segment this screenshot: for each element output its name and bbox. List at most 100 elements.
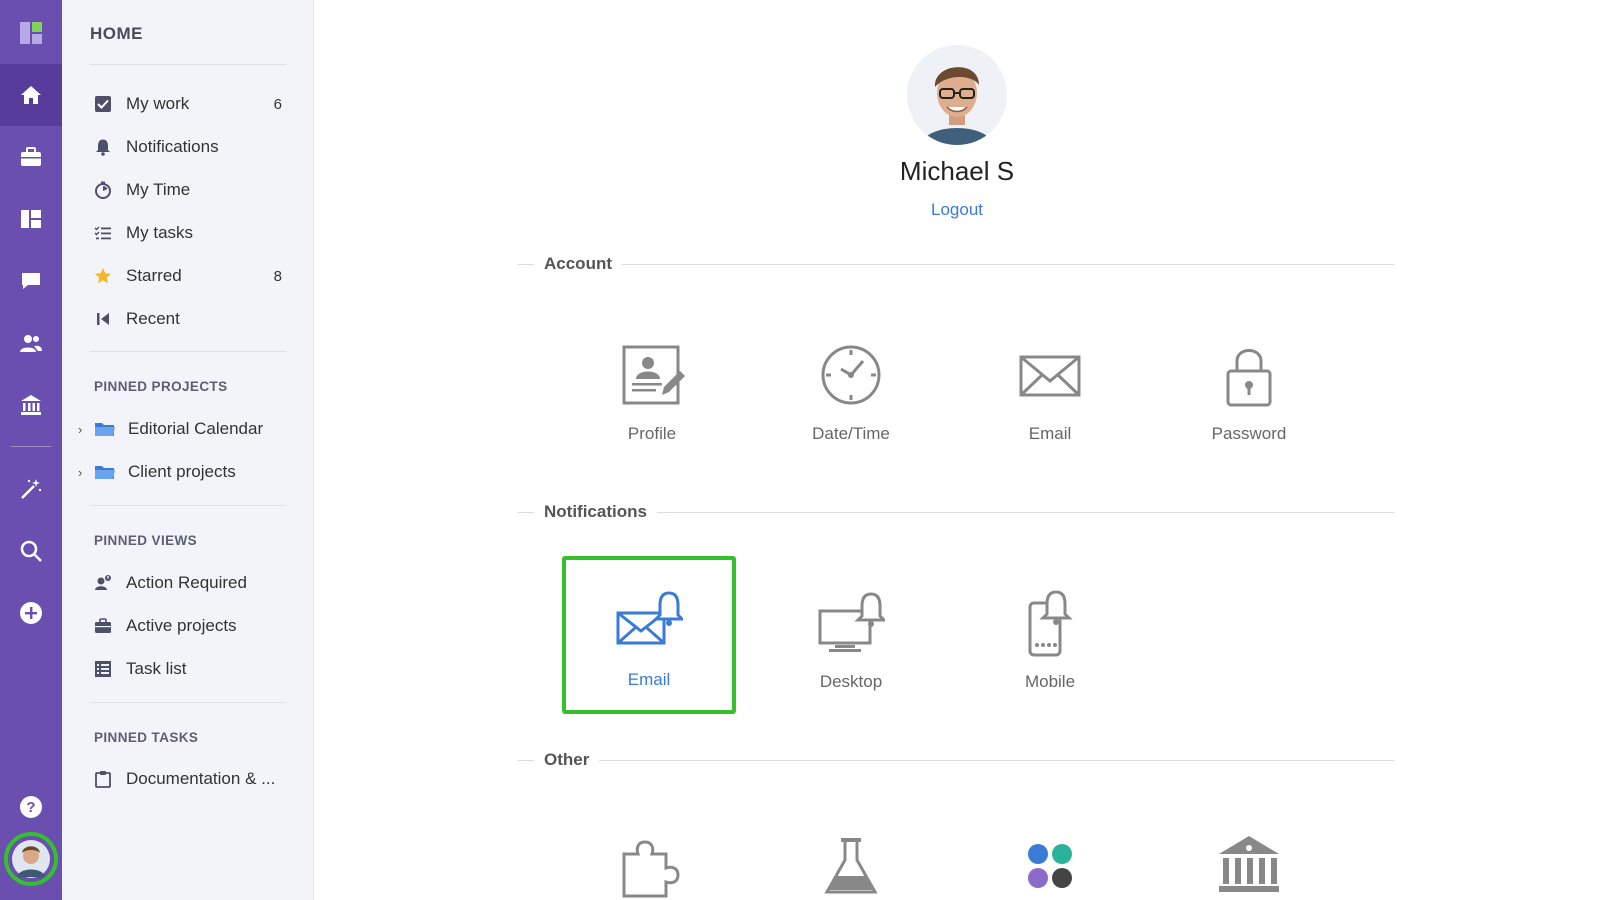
section-rule (599, 759, 1394, 761)
section-rule (518, 263, 534, 265)
star-icon (92, 265, 114, 287)
sidebar-item-label: Action Required (126, 573, 247, 592)
padlock-icon (1214, 340, 1284, 410)
sidebar-item-notifications[interactable]: Notifications (90, 129, 286, 165)
account-tile-profile[interactable]: Profile (567, 310, 737, 460)
briefcase-icon (21, 147, 41, 166)
app-logo[interactable] (0, 2, 62, 64)
pinned-tasks-heading: PINNED TASKS (94, 730, 199, 745)
rail-user-avatar-button[interactable] (0, 828, 62, 890)
chevron-right-icon[interactable]: › (78, 422, 92, 437)
avatar (4, 832, 58, 886)
envelope-icon (1015, 340, 1085, 410)
account-section-header: Account (518, 254, 1394, 274)
sidebar-item-my-time[interactable]: My Time (90, 172, 286, 208)
logo-icon (20, 22, 42, 44)
institution-icon (1214, 832, 1284, 900)
pinned-project-label: Client projects (128, 462, 236, 481)
color-dots-icon (1015, 832, 1085, 900)
pinned-views-heading: PINNED VIEWS (94, 533, 198, 548)
tile-label: Email (627, 670, 671, 689)
tile-label: Password (1211, 424, 1287, 443)
pinned-task-documentation[interactable]: Documentation & ... (90, 761, 286, 797)
account-settings-page: Michael S Logout Account Profile Date/Ti… (314, 0, 1600, 900)
sidebar-item-starred[interactable]: Starred 8 (90, 258, 286, 294)
rail-institution-button[interactable] (0, 374, 62, 436)
tile-label: Desktop (819, 672, 883, 691)
other-tile-integrations[interactable] (567, 832, 737, 900)
sidebar-item-label: Documentation & ... (126, 769, 276, 788)
account-tile-date-time[interactable]: Date/Time (766, 310, 936, 460)
svg-text:?: ? (26, 799, 35, 816)
institution-icon (21, 395, 41, 415)
other-tile-account-admin[interactable] (1164, 832, 1334, 900)
rail-search-button[interactable] (0, 520, 62, 582)
section-title: Notifications (544, 502, 647, 521)
sidebar: HOME My work 6 Notifications My Time My … (62, 0, 314, 900)
rail-magic-button[interactable] (0, 458, 62, 520)
account-tile-password[interactable]: Password (1164, 310, 1334, 460)
section-rule (656, 511, 1394, 513)
rail-home-button[interactable] (0, 64, 62, 126)
notification-tile-email[interactable]: Email (562, 556, 736, 714)
tile-label: Mobile (1024, 672, 1076, 691)
sidebar-item-my-tasks[interactable]: My tasks (90, 215, 286, 251)
pinned-project-editorial-calendar[interactable]: › Editorial Calendar (78, 411, 288, 447)
pinned-project-label: Editorial Calendar (128, 419, 264, 438)
folder-icon (94, 419, 118, 439)
count-badge: 8 (273, 267, 282, 285)
skip-back-icon (92, 308, 114, 330)
rail-add-button[interactable] (0, 582, 62, 644)
pinned-view-action-required[interactable]: Action Required (90, 565, 286, 601)
users-icon (20, 335, 42, 352)
clipboard-icon (92, 768, 114, 790)
pinned-view-active-projects[interactable]: Active projects (90, 608, 286, 644)
sidebar-item-label: Active projects (126, 616, 237, 635)
rail-chat-button[interactable] (0, 250, 62, 312)
other-tile-themes[interactable] (965, 832, 1135, 900)
avatar-portrait-icon (907, 45, 1007, 145)
account-tile-email[interactable]: Email (965, 310, 1135, 460)
sidebar-item-label: My tasks (126, 223, 194, 242)
pinned-view-task-list[interactable]: Task list (90, 651, 286, 687)
tile-label: Profile (627, 424, 677, 443)
sidebar-divider (90, 702, 286, 703)
home-icon (21, 86, 41, 104)
section-rule (518, 511, 534, 513)
stopwatch-icon (92, 179, 114, 201)
briefcase-icon (92, 615, 114, 637)
sidebar-item-recent[interactable]: Recent (90, 301, 286, 337)
notification-tile-desktop[interactable]: Desktop (766, 558, 936, 708)
rail-people-button[interactable] (0, 312, 62, 374)
user-name: Michael S (899, 156, 1015, 186)
section-rule (622, 263, 1394, 265)
dashboard-icon (21, 210, 41, 228)
clock-icon (816, 340, 886, 410)
other-tile-labs[interactable] (766, 832, 936, 900)
sidebar-home-title: HOME (90, 24, 143, 43)
table-icon (92, 658, 114, 680)
pinned-projects-heading: PINNED PROJECTS (94, 379, 228, 394)
chevron-right-icon[interactable]: › (78, 465, 92, 480)
sidebar-item-my-work[interactable]: My work 6 (90, 86, 286, 122)
puzzle-icon (617, 832, 687, 900)
tile-label: Date/Time (812, 424, 890, 443)
sidebar-item-label: Notifications (126, 137, 219, 156)
sidebar-item-label: Starred (126, 266, 182, 285)
logout-link[interactable]: Logout (857, 200, 1057, 220)
pinned-project-client-projects[interactable]: › Client projects (78, 454, 288, 490)
rail-projects-button[interactable] (0, 126, 62, 188)
checklist-icon (92, 222, 114, 244)
section-title: Account (544, 254, 612, 273)
rail-dashboards-button[interactable] (0, 188, 62, 250)
notification-tile-mobile[interactable]: Mobile (965, 558, 1135, 708)
sidebar-item-label: My work (126, 94, 190, 113)
mobile-bell-icon (1015, 588, 1085, 658)
profile-card-icon (617, 340, 687, 410)
profile-avatar[interactable] (907, 45, 1007, 145)
section-title: Other (544, 750, 590, 769)
chat-bubble-icon (22, 273, 40, 289)
section-rule (518, 759, 534, 761)
rail-divider (11, 446, 51, 447)
help-icon: ? (20, 796, 42, 818)
